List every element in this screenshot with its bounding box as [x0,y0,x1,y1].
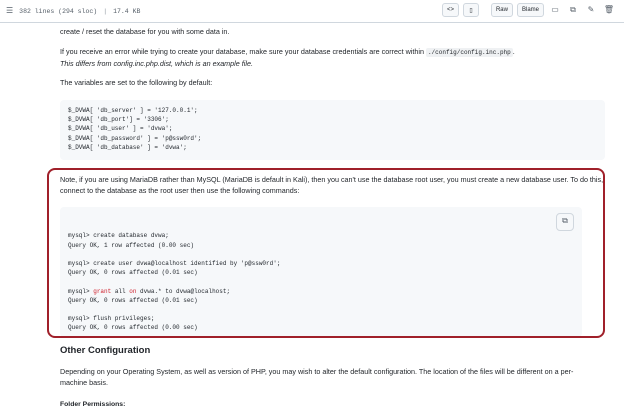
code-block-defaults: $_DVWA[ 'db_server' ] = '127.0.0.1'; $_DV… [60,100,605,160]
outline-icon[interactable]: ☰ [6,6,13,16]
pencil-icon[interactable]: ✎ [584,3,598,17]
trash-icon[interactable]: 🗑 [602,3,616,17]
paragraph: Depending on your Operating System, as w… [60,367,574,387]
raw-button[interactable]: Raw [490,3,513,17]
paragraph: The variables are set to the following b… [60,78,213,87]
file-toolbar: ☰ 382 lines (294 sloc) | 17.4 KB <> ▯ Ra… [0,0,624,23]
paragraph: If you receive an error while trying to … [60,47,515,68]
section-heading: Other Configuration [60,345,151,356]
inline-code: ./config/config.inc.php [425,48,513,57]
paragraph: create / reset the database for you with… [60,27,230,36]
separator: | [103,7,108,15]
desktop-icon[interactable]: ▭ [548,3,562,17]
preview-button[interactable]: ▯ [462,3,479,17]
blame-button[interactable]: Blame [516,3,544,17]
code-icon: <> [446,7,454,13]
highlight-annotation [47,168,605,338]
code-view-button[interactable]: <> [441,3,459,17]
italic-note: This differs from config.inc.php.dist, w… [60,58,253,68]
copy-icon[interactable]: ⧉ [566,3,580,17]
file-size: 17.4 KB [113,7,141,15]
file-lines-info: 382 lines (294 sloc) [19,7,98,15]
file-icon: ▯ [469,7,473,14]
